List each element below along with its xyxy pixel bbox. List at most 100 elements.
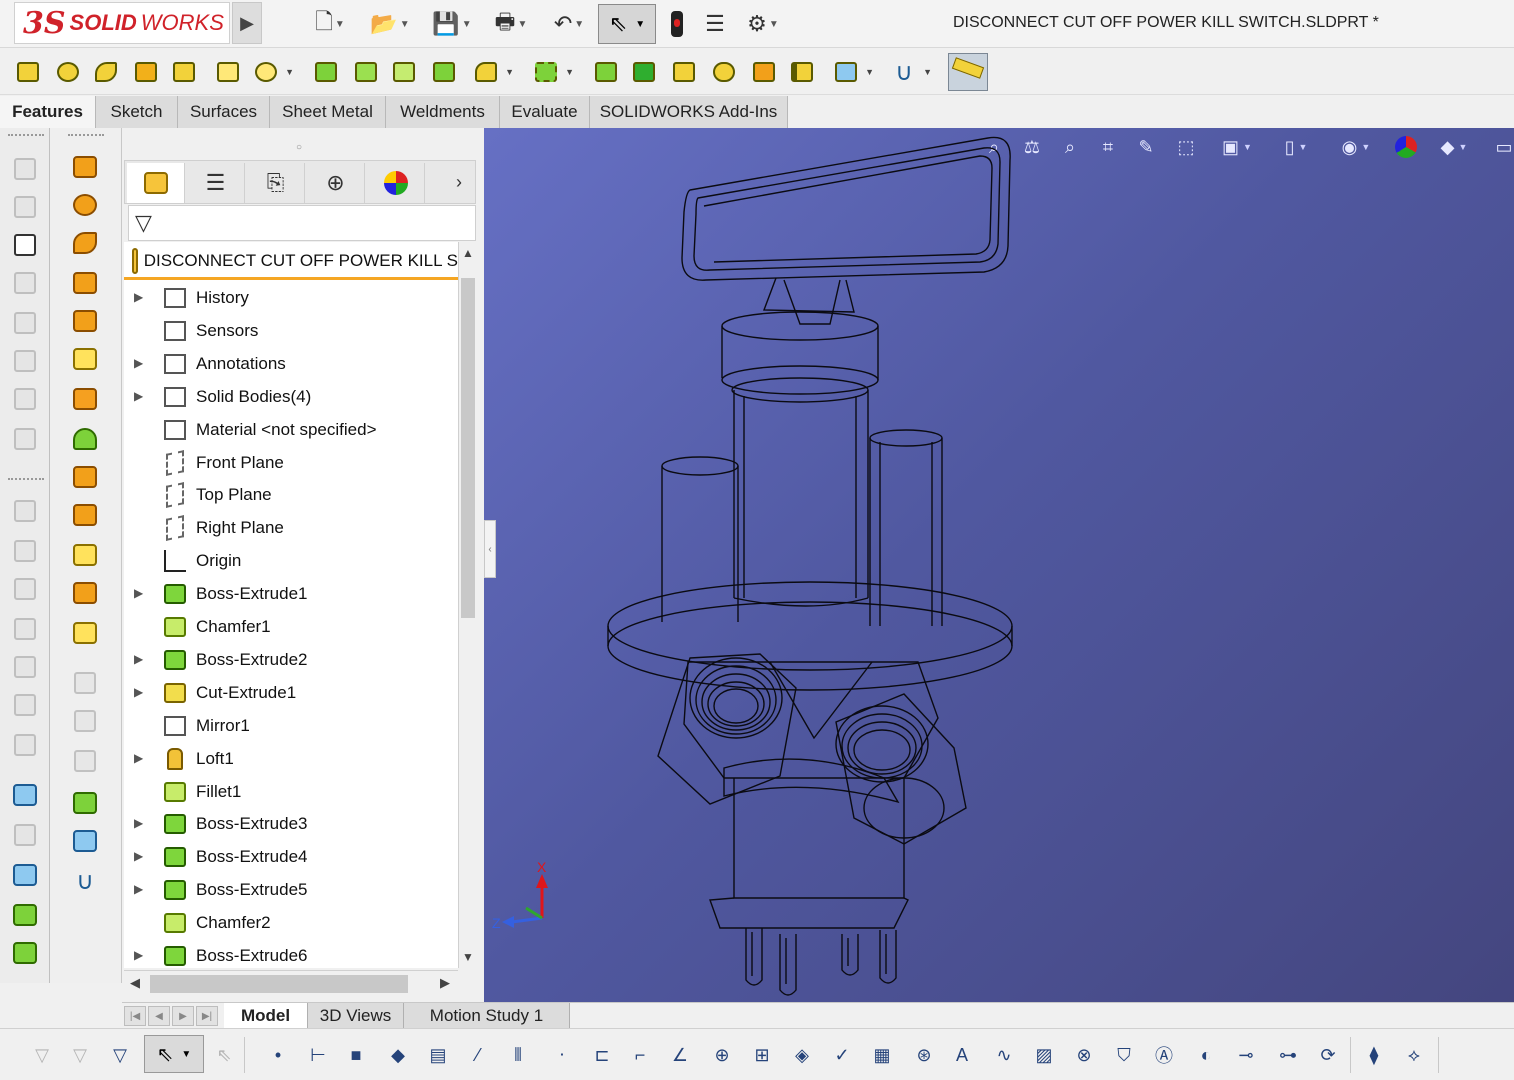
print-icon[interactable]: 🖶 ▼ [484, 8, 538, 40]
offset-surface-shortcut-icon[interactable] [70, 668, 100, 698]
fillet-icon[interactable]: ▼ [470, 57, 514, 87]
hatch-icon[interactable]: ▨ [1030, 1041, 1058, 1069]
view-right-icon[interactable] [10, 614, 40, 644]
tree-vertical-scrollbar[interactable]: ▲ ▼ [458, 242, 476, 968]
boundary-cut-icon[interactable] [428, 57, 460, 87]
expand-arrow-icon[interactable]: ▶ [134, 948, 143, 962]
hole-wizard-icon[interactable]: ▼ [250, 57, 294, 87]
tree-item[interactable]: Right Plane [124, 512, 458, 544]
save-icon[interactable]: 💾 ▼ [426, 8, 478, 40]
swept-boss-icon[interactable] [90, 57, 122, 87]
tree-item[interactable]: Material <not specified> [124, 414, 458, 446]
reference-geometry-shortcut-icon[interactable] [70, 826, 100, 856]
first-tab-icon[interactable]: |◀ [124, 1006, 146, 1026]
tab-weldments[interactable]: Weldments [386, 96, 500, 128]
mirror-icon[interactable] [786, 57, 818, 87]
tree-item[interactable]: ▶ Boss-Extrude2 [124, 644, 458, 676]
new-document-icon[interactable]: 🗋 ▼ [310, 8, 350, 40]
view-left-icon[interactable] [10, 574, 40, 604]
origin-snap-icon[interactable]: ⊕ [708, 1041, 736, 1069]
panel-splitter[interactable]: ‹ [484, 520, 496, 578]
tree-item[interactable]: ▶ History [124, 282, 458, 314]
expand-arrow-icon[interactable]: ▶ [134, 751, 143, 765]
expand-arrow-icon[interactable]: ▶ [134, 586, 143, 600]
tree-item[interactable]: ▶ Boss-Extrude4 [124, 841, 458, 873]
rebuild-traffic-light-icon[interactable] [664, 8, 690, 40]
copy-appearance-icon[interactable] [10, 900, 40, 930]
solidworks-logo[interactable]: 3S SOLID WORKS [14, 2, 230, 44]
next-tab-icon[interactable]: ▶ [172, 1006, 194, 1026]
undo-icon[interactable]: ↶ ▼ [542, 8, 596, 40]
select-chain-icon[interactable]: ⇖ [210, 1041, 238, 1069]
revolved-boss-shortcut-icon[interactable] [70, 190, 100, 220]
dimxpertmanager-tab-icon[interactable]: ⊕ [307, 163, 365, 203]
paste-appearance-icon[interactable] [10, 938, 40, 968]
extruded-cut-icon[interactable] [212, 57, 244, 87]
smart-dimension-icon[interactable] [10, 820, 40, 850]
curves-icon[interactable]: ∪ ▼ [888, 57, 932, 87]
mirror-sketch-icon[interactable]: ⫴ [504, 1041, 532, 1069]
surface-finish-icon[interactable] [10, 268, 40, 298]
zoom-icon[interactable]: ⊛ [910, 1041, 938, 1069]
tree-item[interactable]: Top Plane [124, 479, 458, 511]
expand-arrow-icon[interactable]: ▶ [134, 849, 143, 863]
annotation-note-icon[interactable]: A [948, 1041, 976, 1069]
expand-arrow-icon[interactable]: ▶ [134, 882, 143, 896]
measure-ruler-icon[interactable] [948, 53, 988, 91]
note-icon[interactable] [10, 154, 40, 184]
scroll-left-icon[interactable]: ◀ [130, 975, 140, 991]
scroll-down-icon[interactable]: ▼ [462, 950, 474, 964]
planar-surface-shortcut-icon[interactable] [70, 384, 100, 414]
balloon-icon[interactable]: ⊗ [1070, 1041, 1098, 1069]
tab-evaluate[interactable]: Evaluate [500, 96, 590, 128]
flex-shortcut-icon[interactable] [70, 500, 100, 530]
tab-sketch[interactable]: Sketch [96, 96, 178, 128]
hole-callout-icon[interactable] [10, 424, 40, 454]
tree-item[interactable]: Origin [124, 545, 458, 577]
rectangle-icon[interactable]: ■ [342, 1041, 370, 1069]
tree-item[interactable]: ▶ Boss-Extrude3 [124, 808, 458, 840]
balloon-icon[interactable] [10, 192, 40, 222]
auto-balloon-icon[interactable] [10, 230, 40, 260]
fillet-sketch-icon[interactable]: ◆ [384, 1041, 412, 1069]
reference-geometry-icon[interactable]: ▼ [830, 57, 874, 87]
last-tab-icon[interactable]: ▶| [196, 1006, 218, 1026]
view-isometric-icon[interactable] [10, 730, 40, 760]
datum-target-icon[interactable] [10, 384, 40, 414]
filter-icon[interactable]: ▽ [28, 1041, 56, 1069]
relations-icon[interactable]: ◈ [788, 1041, 816, 1069]
extruded-boss-icon[interactable] [12, 57, 44, 87]
panel-grip[interactable]: ○ [296, 142, 302, 153]
scroll-thumb[interactable] [150, 975, 408, 993]
propertymanager-tab-icon[interactable]: ☰ [187, 163, 245, 203]
display-pane-icon[interactable] [10, 860, 40, 890]
open-document-icon[interactable]: 📂 ▼ [364, 8, 416, 40]
kill-switch-wireframe-model[interactable]: X Z [484, 128, 1514, 1002]
combine-shortcut-icon[interactable] [70, 788, 100, 818]
line-icon[interactable]: ⊢ [304, 1041, 332, 1069]
tree-item[interactable]: Sensors [124, 315, 458, 347]
view-front-icon[interactable] [10, 496, 40, 526]
select-other-icon[interactable] [10, 780, 40, 810]
tab-features[interactable]: Features [0, 96, 96, 128]
menu-expand-icon[interactable]: ▶ [232, 2, 262, 44]
tab-solidworks-addins[interactable]: SOLIDWORKS Add-Ins [590, 96, 788, 128]
tree-item[interactable]: Chamfer1 [124, 611, 458, 643]
smart-dimension-icon[interactable]: ⌐ [626, 1041, 654, 1069]
corner-rectangle-icon[interactable]: ⊏ [588, 1041, 616, 1069]
curves-shortcut-icon[interactable]: ∪ [70, 866, 100, 896]
prev-tab-icon[interactable]: ◀ [148, 1006, 170, 1026]
grid-snap-icon[interactable]: ⊞ [748, 1041, 776, 1069]
tree-item[interactable]: ▶ Boss-Extrude1 [124, 578, 458, 610]
linear-pattern-icon[interactable]: ▼ [530, 57, 574, 87]
draft-icon[interactable] [628, 57, 660, 87]
filter-edges-icon[interactable]: ▽ [106, 1041, 134, 1069]
swept-boss-shortcut-icon[interactable] [70, 228, 100, 258]
tree-item[interactable]: ▶ Solid Bodies(4) [124, 381, 458, 413]
tree-item[interactable]: ▶ Loft1 [124, 743, 458, 775]
expand-arrow-icon[interactable]: ▶ [134, 290, 143, 304]
graphics-area[interactable]: ⌕ ⚖ ⌕ ⌗ ✎ ⬚ ▣ ▼ ▯ ▼ ◉ ▼ ◆ ▼ ▭ X Z [484, 128, 1514, 1002]
dimension-table-icon[interactable]: ▦ [868, 1041, 896, 1069]
filter-icon[interactable]: ▽ [135, 210, 152, 236]
revolved-cut-icon[interactable] [310, 57, 342, 87]
